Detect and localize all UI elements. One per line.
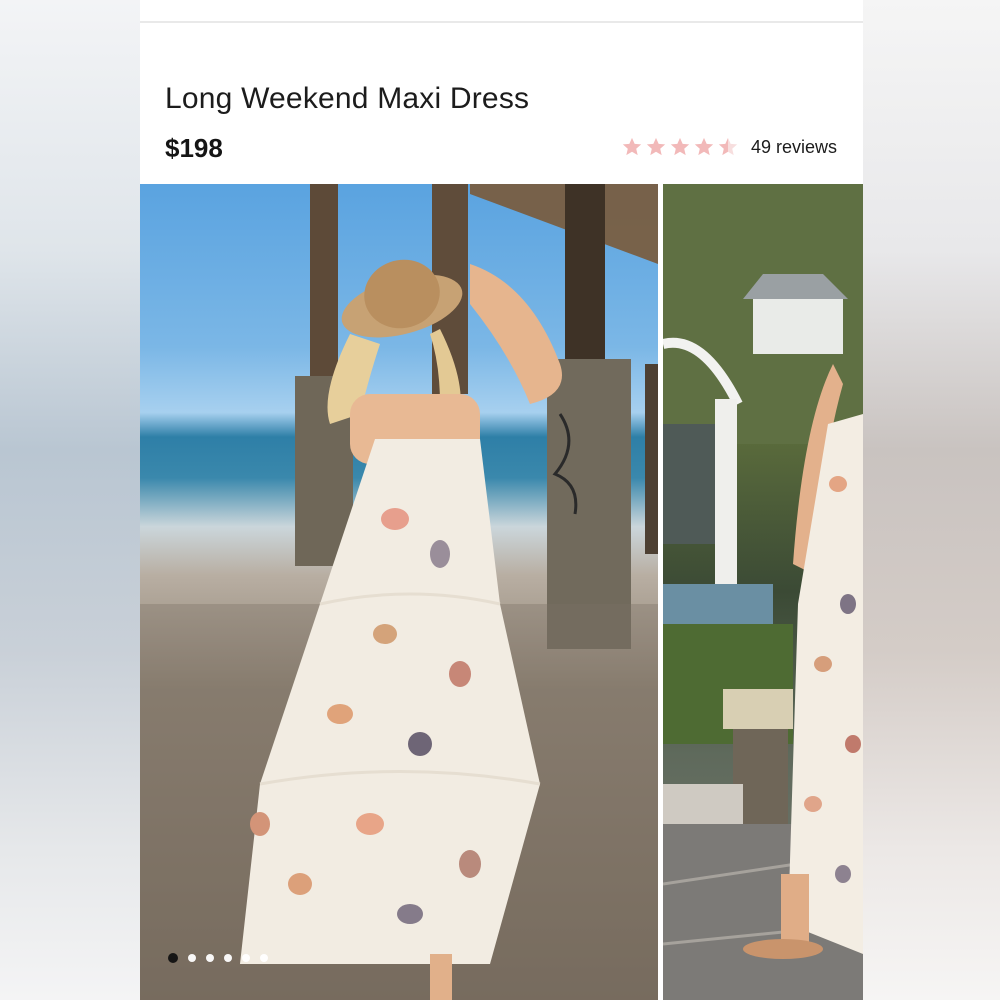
top-divider bbox=[140, 21, 863, 23]
product-price: $198 bbox=[165, 133, 223, 163]
background-left bbox=[0, 0, 140, 1000]
carousel-dot-active[interactable] bbox=[168, 953, 178, 963]
product-panel: Long Weekend Maxi Dress $198 49 reviews bbox=[140, 0, 863, 1000]
carousel-dots bbox=[168, 953, 278, 963]
background-right bbox=[863, 0, 1000, 1000]
carousel-dot[interactable] bbox=[206, 954, 214, 962]
star-icon bbox=[670, 137, 690, 156]
star-icon bbox=[694, 137, 714, 156]
carousel-dot[interactable] bbox=[242, 954, 250, 962]
beach-photo bbox=[140, 184, 658, 1000]
star-icon bbox=[622, 137, 642, 156]
product-photo-secondary[interactable] bbox=[663, 184, 863, 1000]
carousel-dot[interactable] bbox=[260, 954, 268, 962]
star-icon bbox=[646, 137, 666, 156]
star-rating bbox=[621, 136, 741, 158]
reviews-link[interactable]: 49 reviews bbox=[751, 137, 837, 158]
carousel-dot[interactable] bbox=[188, 954, 196, 962]
carousel-dot[interactable] bbox=[224, 954, 232, 962]
half-star-icon bbox=[718, 137, 738, 156]
garden-photo bbox=[663, 184, 863, 1000]
rating-summary[interactable]: 49 reviews bbox=[621, 136, 837, 158]
product-title: Long Weekend Maxi Dress bbox=[165, 82, 530, 115]
product-photo-main[interactable] bbox=[140, 184, 658, 1000]
